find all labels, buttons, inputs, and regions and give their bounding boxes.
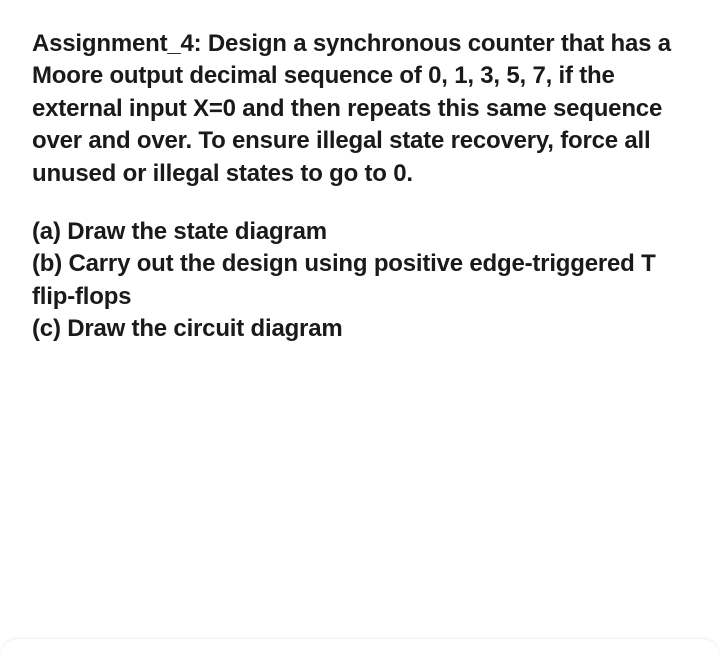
subparts-list: (a) Draw the state diagram (b) Carry out… xyxy=(32,216,688,346)
subpart-c: (c) Draw the circuit diagram xyxy=(32,313,688,345)
subpart-label: (a) xyxy=(32,218,61,245)
assignment-title-label: Assignment_4: xyxy=(32,30,201,57)
card-bottom-edge xyxy=(0,638,720,660)
subpart-text: Draw the state diagram xyxy=(67,218,327,245)
subpart-a: (a) Draw the state diagram xyxy=(32,216,688,248)
subpart-text: Draw the circuit diagram xyxy=(67,315,342,342)
subpart-label: (c) xyxy=(32,315,61,342)
assignment-prompt: Assignment_4: Design a synchronous count… xyxy=(32,28,688,190)
subpart-label: (b) xyxy=(32,250,62,277)
subpart-text: Carry out the design using positive edge… xyxy=(32,250,656,309)
subpart-b: (b) Carry out the design using positive … xyxy=(32,248,688,313)
